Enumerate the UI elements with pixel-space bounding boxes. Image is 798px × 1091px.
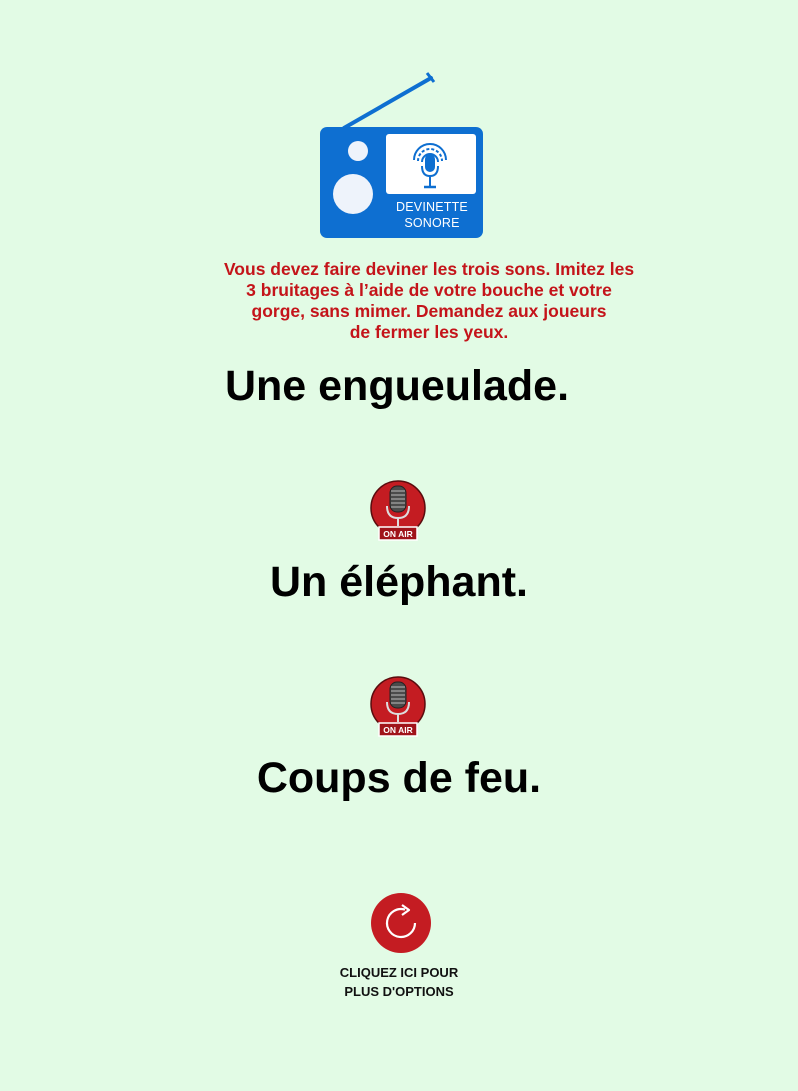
on-air-label: ON AIR	[383, 725, 412, 735]
on-air-microphone-icon: ON AIR	[370, 676, 426, 737]
logo-title: DEVINETTE SONORE	[382, 199, 482, 231]
on-air-label: ON AIR	[383, 529, 412, 539]
instruction-line: de fermer les yeux.	[349, 322, 509, 342]
sound-label: Une engueulade.	[224, 362, 570, 410]
microphone-icon	[413, 143, 447, 189]
sound-label: Coups de feu.	[256, 754, 542, 802]
radio-speaker-large	[333, 174, 373, 214]
game-instructions: Vous devez faire deviner les trois sons.…	[170, 259, 688, 343]
options-line-2: PLUS D'OPTIONS	[344, 984, 454, 999]
logo-title-line-1: DEVINETTE	[396, 200, 468, 214]
sound-item-3: Coups de feu.	[0, 754, 798, 802]
more-options-link[interactable]: CLIQUEZ ICI POUR PLUS D'OPTIONS	[0, 963, 798, 1001]
sound-item-2: Un éléphant.	[0, 558, 798, 606]
more-options-button[interactable]	[371, 893, 431, 953]
instruction-line: 3 bruitages à l’aide de votre bouche et …	[246, 280, 612, 300]
options-line-1: CLIQUEZ ICI POUR	[339, 965, 459, 980]
radio-speaker-small	[348, 141, 368, 161]
sound-item-1: Une engueulade.	[0, 362, 798, 410]
instruction-line: gorge, sans mimer. Demandez aux joueurs	[251, 301, 607, 321]
devinette-sonore-logo: DEVINETTE SONORE	[318, 70, 486, 240]
refresh-icon	[385, 904, 417, 939]
sound-label: Un éléphant.	[269, 558, 529, 606]
on-air-microphone-icon: ON AIR	[370, 480, 426, 541]
logo-title-line-2: SONORE	[404, 216, 460, 230]
instruction-line: Vous devez faire deviner les trois sons.…	[223, 259, 635, 279]
